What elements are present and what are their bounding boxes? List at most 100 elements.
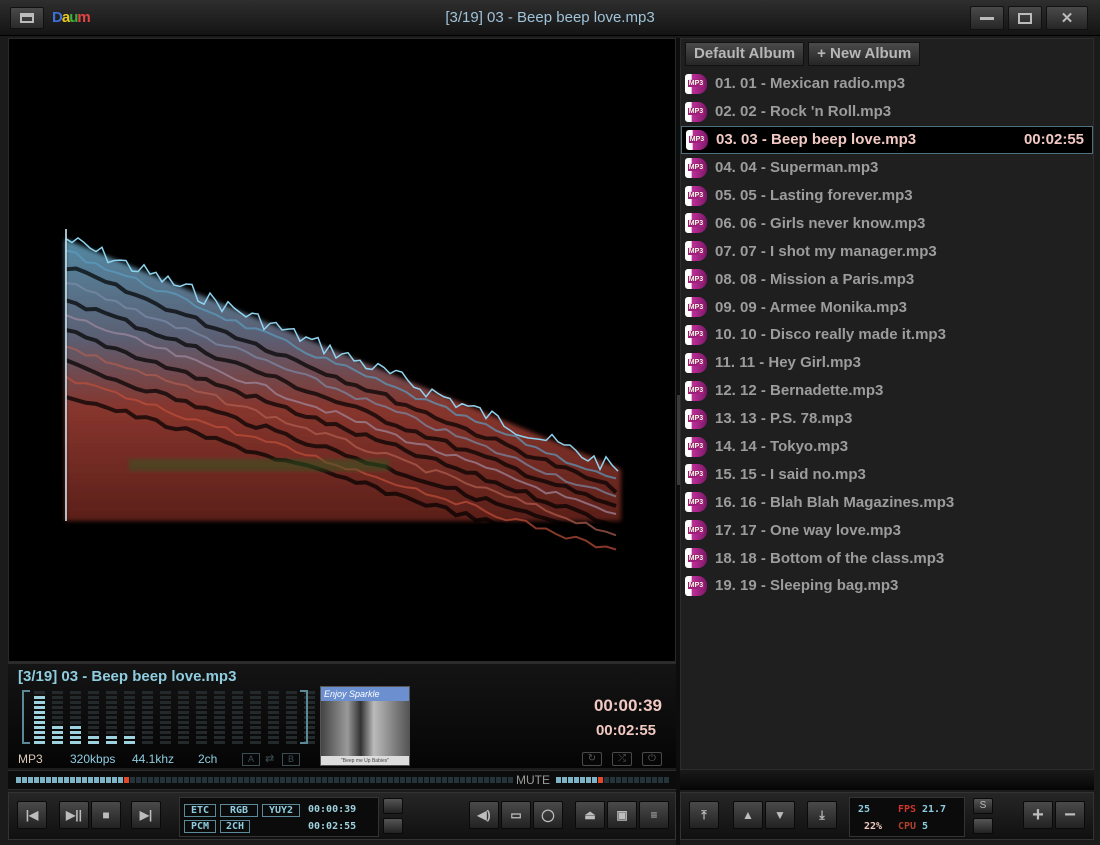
- power-button[interactable]: ⏻: [642, 752, 662, 766]
- playlist-item[interactable]: MP3 01. 01 - Mexican radio.mp3: [681, 70, 1093, 98]
- eq-segment: [268, 736, 279, 739]
- playlist-toggle-button[interactable]: ≡: [639, 801, 669, 829]
- track-label: 05. 05 - Lasting forever.mp3: [715, 187, 913, 204]
- slider-tick: [562, 777, 567, 783]
- shuffle-button[interactable]: ⤮: [612, 752, 632, 766]
- eq-segment: [160, 696, 171, 699]
- slider-tick: [16, 777, 21, 783]
- stop-button[interactable]: ■: [91, 801, 121, 829]
- playlist-item[interactable]: MP3 08. 08 - Mission a Paris.mp3: [681, 265, 1093, 293]
- playlist-item[interactable]: MP3 16. 16 - Blah Blah Magazines.mp3: [681, 488, 1093, 516]
- tab-new-album[interactable]: + New Album: [808, 42, 921, 66]
- tab-default-album[interactable]: Default Album: [685, 42, 805, 66]
- track-label: 17. 17 - One way love.mp3: [715, 521, 901, 539]
- playlist-item[interactable]: MP3 12. 12 - Bernadette.mp3: [681, 377, 1093, 405]
- eq-segment: [232, 701, 243, 704]
- slider-tick: [82, 777, 87, 783]
- window-mode-button[interactable]: [973, 818, 993, 834]
- playlist-item[interactable]: MP3 18. 18 - Bottom of the class.mp3: [681, 544, 1093, 572]
- eq-segment: [70, 691, 81, 694]
- eq-segment: [88, 716, 99, 719]
- eq-segment: [250, 716, 261, 719]
- playlist-item[interactable]: MP3 09. 09 - Armee Monika.mp3: [681, 293, 1093, 321]
- subtitle-button[interactable]: ▭: [501, 801, 531, 829]
- slider-tick: [436, 777, 441, 783]
- play-pause-button[interactable]: ▶||: [59, 801, 89, 829]
- move-top-button[interactable]: ⤒: [689, 801, 719, 829]
- eq-segment: [70, 696, 81, 699]
- volume-button[interactable]: ◀): [469, 801, 499, 829]
- slider-tick: [556, 777, 561, 783]
- eq-segment: [250, 736, 261, 739]
- track-label: 04. 04 - Superman.mp3: [715, 159, 879, 177]
- eq-segment: [286, 691, 297, 694]
- move-bottom-button[interactable]: ⤓: [807, 801, 837, 829]
- previous-button[interactable]: |◀: [17, 801, 47, 829]
- playlist-item[interactable]: MP3 02. 02 - Rock 'n Roll.mp3: [681, 98, 1093, 126]
- slider-tick: [370, 777, 375, 783]
- add-button[interactable]: +: [1023, 801, 1053, 829]
- eq-bar: [232, 690, 243, 744]
- eq-segment: [214, 736, 225, 739]
- capture-button[interactable]: ◯: [533, 801, 563, 829]
- close-button[interactable]: ✕: [1046, 6, 1088, 30]
- maximize-button[interactable]: [1008, 6, 1042, 30]
- playlist-item[interactable]: MP3 04. 04 - Superman.mp3: [681, 154, 1093, 182]
- playlist-item[interactable]: MP3 06. 06 - Girls never know.mp3: [681, 209, 1093, 237]
- slider-tick: [376, 777, 381, 783]
- playlist-item[interactable]: MP3 17. 17 - One way love.mp3: [681, 516, 1093, 544]
- s-button[interactable]: S: [973, 798, 993, 814]
- playlist: MP3 01. 01 - Mexican radio.mp3 MP3 02. 02 -…: [681, 70, 1093, 600]
- seek-slider[interactable]: [16, 777, 513, 783]
- playlist-item[interactable]: MP3 11. 11 - Hey Girl.mp3: [681, 349, 1093, 377]
- remove-button[interactable]: −: [1055, 801, 1085, 829]
- next-button[interactable]: ▶|: [131, 801, 161, 829]
- playlist-item[interactable]: MP3 15. 15 - I said no.mp3: [681, 460, 1093, 488]
- playlist-item[interactable]: MP3 07. 07 - I shot my manager.mp3: [681, 237, 1093, 265]
- channels-label: 2ch: [198, 752, 218, 766]
- playlist-item[interactable]: MP3 13. 13 - P.S. 78.mp3: [681, 405, 1093, 433]
- bitrate-label: 320kbps: [70, 752, 116, 766]
- eq-segment: [214, 711, 225, 714]
- playlist-item[interactable]: MP3 14. 14 - Tokyo.mp3: [681, 433, 1093, 461]
- screen-button[interactable]: [383, 818, 403, 834]
- album-art[interactable]: Enjoy Sparkle "Beep me Up Babies": [320, 686, 410, 766]
- repeat-button[interactable]: ↻: [582, 752, 602, 766]
- playlist-item[interactable]: MP3 03. 03 - Beep beep love.mp3 00:02:55: [681, 125, 1093, 154]
- mute-button[interactable]: MUTE: [516, 773, 550, 787]
- mp3-file-icon: MP3: [685, 380, 707, 401]
- minimize-button[interactable]: [970, 6, 1004, 30]
- ab-repeat-b-button[interactable]: B: [282, 753, 300, 766]
- move-up-button[interactable]: ▲: [733, 801, 763, 829]
- volume-slider[interactable]: [556, 777, 669, 783]
- move-down-button[interactable]: ▼: [765, 801, 795, 829]
- info-button[interactable]: [383, 798, 403, 814]
- track-label: 07. 07 - I shot my manager.mp3: [715, 242, 937, 260]
- ab-repeat-a-button[interactable]: A: [242, 753, 260, 766]
- playlist-item[interactable]: MP3 10. 10 - Disco really made it.mp3: [681, 321, 1093, 349]
- eq-segment: [196, 701, 207, 704]
- eq-segment: [196, 741, 207, 744]
- eq-segment: [250, 691, 261, 694]
- eq-bar: [196, 690, 207, 744]
- eq-segment: [88, 706, 99, 709]
- slider-tick: [364, 777, 369, 783]
- slider-tick: [184, 777, 189, 783]
- eq-segment: [34, 706, 45, 709]
- eq-segment: [178, 721, 189, 724]
- slider-tick: [298, 777, 303, 783]
- eq-segment: [286, 711, 297, 714]
- eq-segment: [70, 721, 81, 724]
- save-button[interactable]: ▣: [607, 801, 637, 829]
- eq-segment: [52, 691, 63, 694]
- eq-segment: [250, 701, 261, 704]
- playlist-item[interactable]: MP3 19. 19 - Sleeping bag.mp3: [681, 572, 1093, 600]
- visualization-area[interactable]: [8, 38, 676, 662]
- mp3-file-icon: MP3: [685, 520, 707, 541]
- playlist-item[interactable]: MP3 05. 05 - Lasting forever.mp3: [681, 182, 1093, 210]
- samplerate-label: 44.1khz: [132, 752, 175, 766]
- eq-segment: [88, 701, 99, 704]
- eject-button[interactable]: ⏏: [575, 801, 605, 829]
- eq-segment: [196, 706, 207, 709]
- eq-segment: [178, 726, 189, 729]
